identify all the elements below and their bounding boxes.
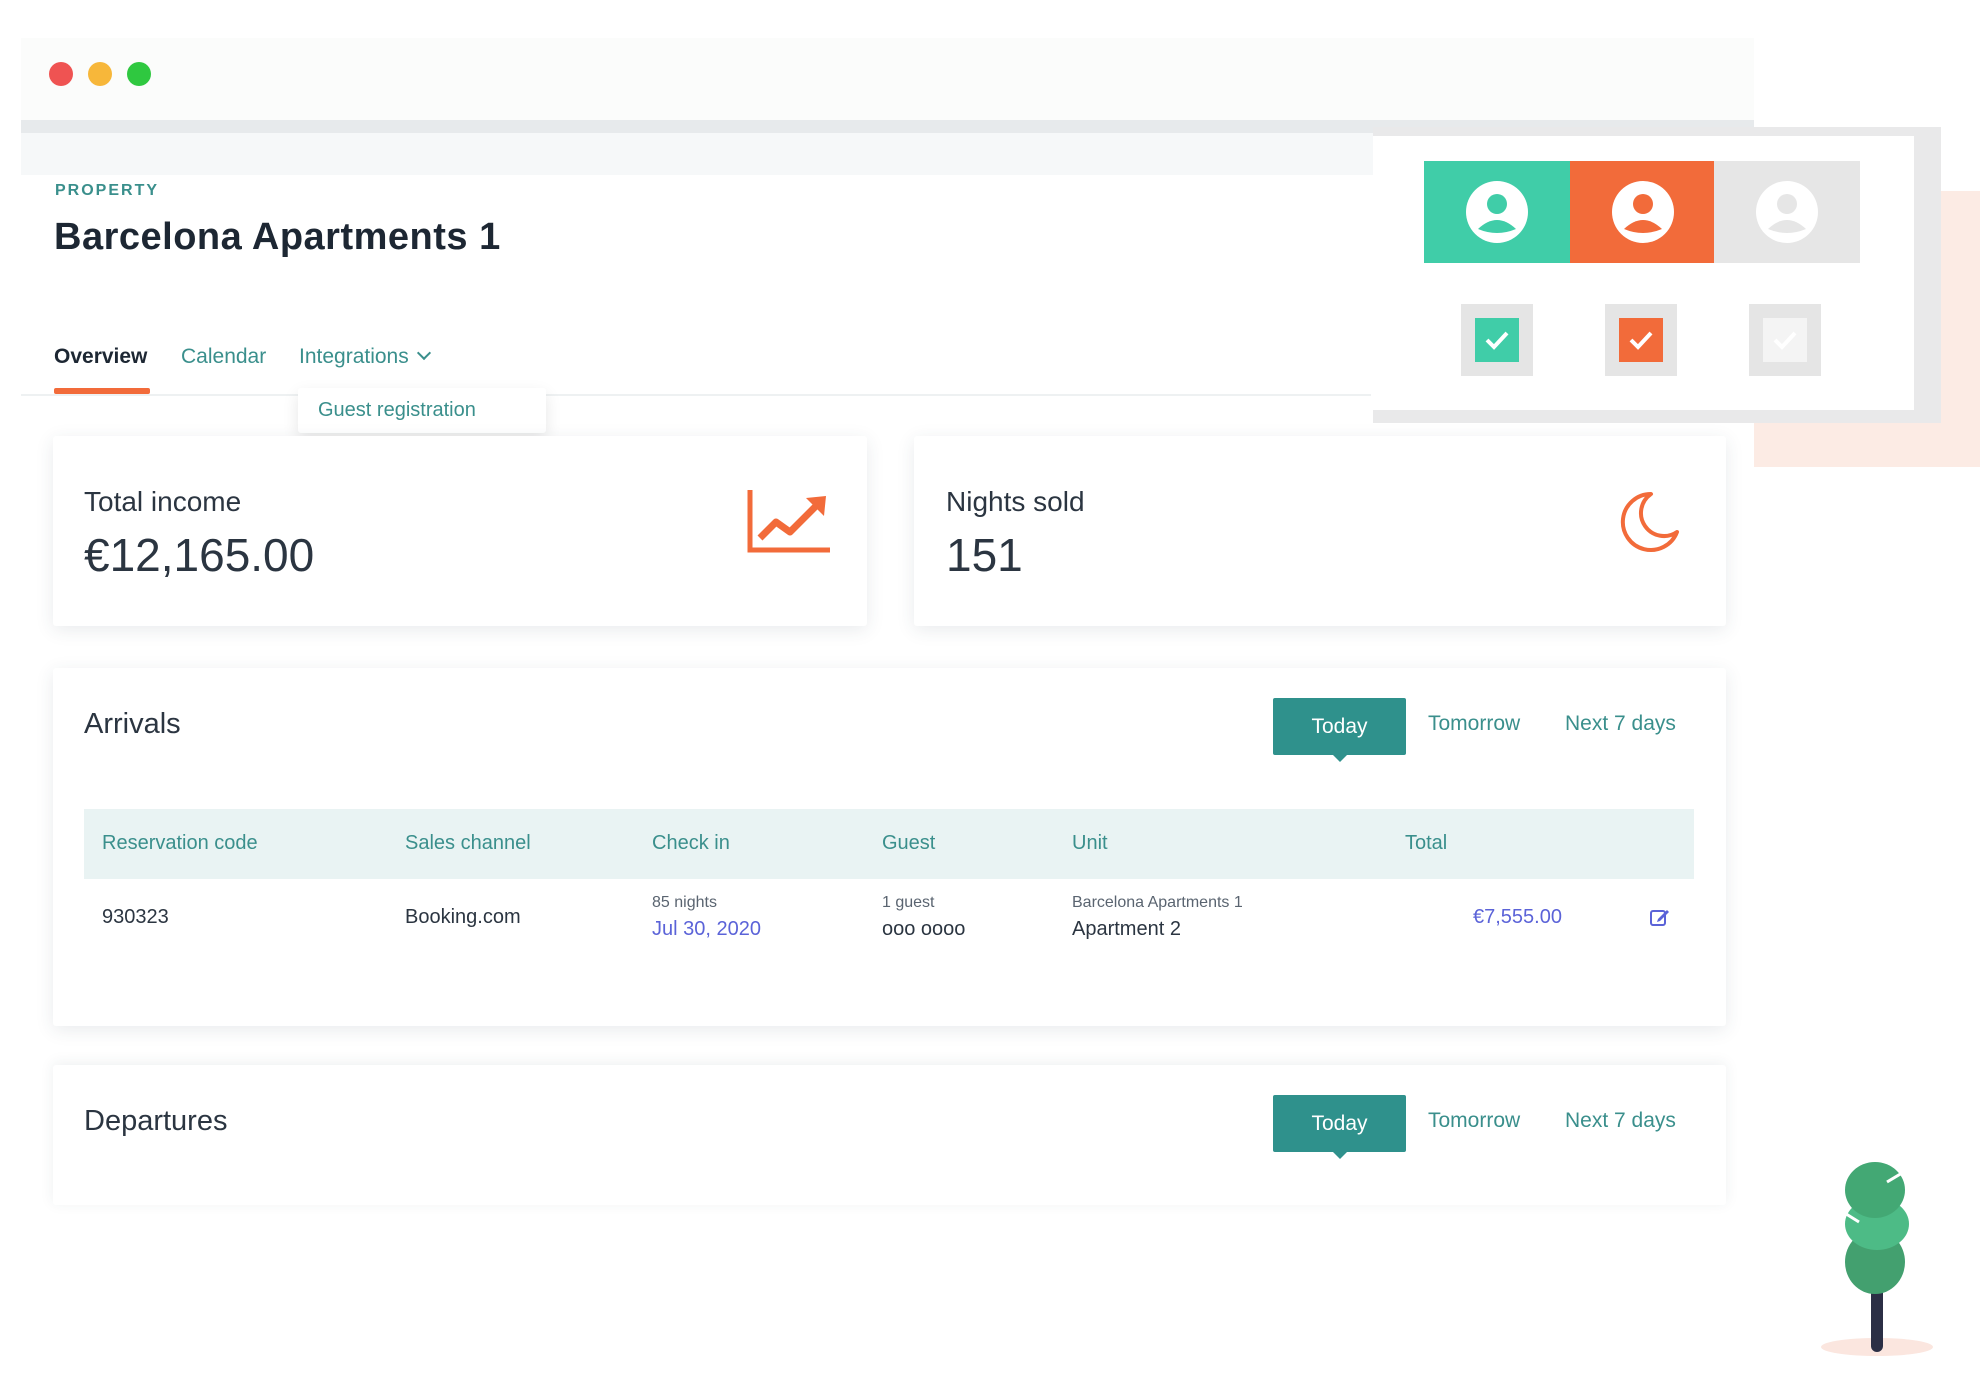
total-income-card: Total income €12,165.00 [53,436,867,626]
nights-sold-card: Nights sold 151 [914,436,1726,626]
check-icon [1773,331,1797,350]
guest-name: ooo oooo [882,918,966,940]
checkbox-green[interactable] [1461,304,1533,376]
departures-title: Departures [84,1105,228,1137]
tabs-divider [21,394,1371,396]
checkbox-grey[interactable] [1749,304,1821,376]
guest-tile-green [1424,161,1570,263]
departures-filter-next-7-days[interactable]: Next 7 days [1565,1109,1676,1133]
departures-filter-tomorrow[interactable]: Tomorrow [1428,1109,1520,1133]
moon-icon [1620,491,1679,552]
guest-tile-grey [1714,161,1860,263]
plant-illustration [1821,1162,1933,1356]
arrivals-filter-tomorrow[interactable]: Tomorrow [1428,712,1520,736]
active-tab-indicator [54,388,150,394]
arrivals-table-header: Reservation code Sales channel Check in … [84,809,1694,879]
total-income-label: Total income [84,486,242,517]
nights-sold-value: 151 [946,529,1023,581]
column-reservation-code: Reservation code [102,832,258,854]
tab-overview[interactable]: Overview [54,345,147,369]
total-income-value: €12,165.00 [84,529,315,581]
user-icon [1756,181,1818,243]
arrivals-filter-next-7-days[interactable]: Next 7 days [1565,712,1676,736]
check-in-date[interactable]: Jul 30, 2020 [652,918,761,941]
tab-calendar[interactable]: Calendar [181,345,266,369]
arrivals-filter-today[interactable]: Today [1273,698,1406,762]
page-title: Barcelona Apartments 1 [54,216,501,258]
edit-icon[interactable] [1649,906,1671,928]
dropdown-item-guest-registration[interactable]: Guest registration [318,399,476,422]
guest-tile-orange [1570,161,1716,263]
nights-sold-label: Nights sold [946,486,1085,517]
checkbox-orange[interactable] [1605,304,1677,376]
arrivals-card: Arrivals Today Tomorrow Next 7 days Rese… [53,668,1726,1026]
column-total: Total [1405,832,1448,854]
nights-count: 85 nights [652,894,717,911]
column-unit: Unit [1072,832,1108,854]
integrations-dropdown: Guest registration [298,388,546,433]
guest-count: 1 guest [882,894,935,911]
unit-name: Apartment 2 [1072,918,1181,940]
departures-filter-today[interactable]: Today [1273,1095,1406,1159]
sales-channel: Booking.com [405,906,521,928]
check-icon [1629,331,1653,350]
property-name: Barcelona Apartments 1 [1072,894,1243,911]
trending-up-icon [747,490,830,553]
page-kicker: PROPERTY [55,182,160,199]
arrivals-title: Arrivals [84,708,181,740]
reservation-code: 930323 [102,906,169,928]
reservation-total[interactable]: €7,555.00 [1473,906,1562,929]
column-check-in: Check in [652,832,730,854]
chevron-down-icon [416,345,431,361]
departures-card: Departures Today Tomorrow Next 7 days [53,1065,1726,1205]
tab-integrations[interactable]: Integrations [299,345,431,369]
window-maximize-button[interactable] [127,62,151,86]
user-icon [1612,181,1674,243]
window-minimize-button[interactable] [88,62,112,86]
tab-integrations-label: Integrations [299,345,409,368]
column-guest: Guest [882,832,936,854]
window-titlebar [21,38,1754,122]
window-close-button[interactable] [49,62,73,86]
user-icon [1466,181,1528,243]
check-icon [1485,331,1509,350]
column-sales-channel: Sales channel [405,832,531,854]
